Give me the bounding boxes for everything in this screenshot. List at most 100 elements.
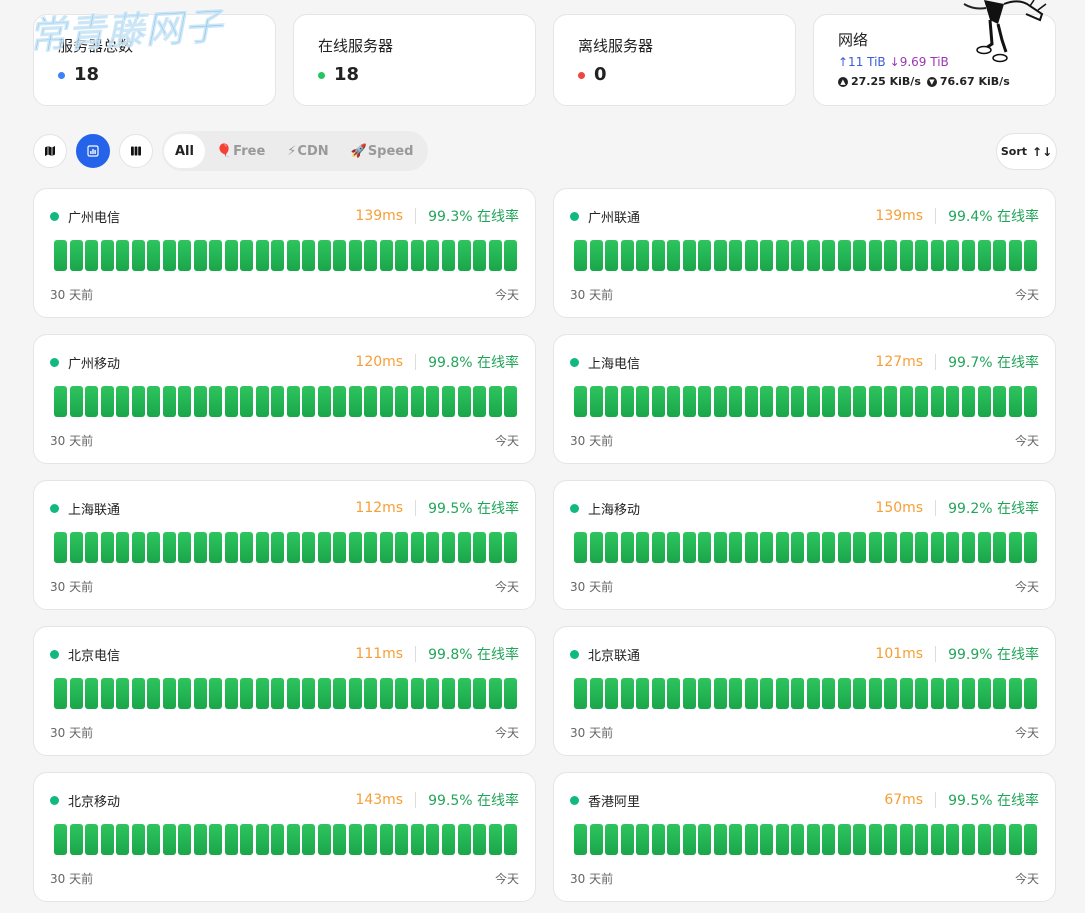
uptime-bar[interactable] (605, 532, 619, 563)
uptime-bar[interactable] (193, 386, 207, 417)
uptime-bar[interactable] (744, 678, 758, 709)
uptime-bar[interactable] (54, 532, 67, 563)
uptime-bar[interactable] (488, 386, 502, 417)
uptime-bar[interactable] (333, 240, 347, 271)
uptime-bar[interactable] (930, 240, 944, 271)
uptime-bar[interactable] (822, 386, 836, 417)
uptime-bar[interactable] (426, 532, 440, 563)
uptime-bar[interactable] (69, 386, 83, 417)
uptime-bar[interactable] (178, 386, 192, 417)
uptime-bar[interactable] (620, 824, 634, 855)
filter-all-button[interactable]: All (164, 134, 205, 168)
uptime-bar[interactable] (147, 386, 161, 417)
uptime-bar[interactable] (426, 240, 440, 271)
uptime-bar[interactable] (224, 824, 238, 855)
uptime-bar[interactable] (915, 532, 929, 563)
uptime-bar[interactable] (240, 678, 254, 709)
uptime-bar[interactable] (574, 532, 587, 563)
uptime-bar[interactable] (636, 240, 650, 271)
uptime-bar[interactable] (255, 240, 269, 271)
uptime-bar[interactable] (395, 532, 409, 563)
uptime-bar[interactable] (993, 532, 1007, 563)
uptime-bar[interactable] (806, 240, 820, 271)
uptime-bar[interactable] (589, 824, 603, 855)
uptime-bar[interactable] (962, 386, 975, 417)
uptime-bar[interactable] (868, 386, 882, 417)
uptime-bar[interactable] (884, 678, 898, 709)
uptime-bar[interactable] (822, 678, 836, 709)
uptime-bar[interactable] (410, 386, 424, 417)
uptime-bar[interactable] (271, 532, 285, 563)
uptime-bar[interactable] (930, 678, 944, 709)
uptime-bar[interactable] (442, 678, 455, 709)
uptime-bar[interactable] (589, 532, 603, 563)
uptime-bar[interactable] (286, 824, 300, 855)
uptime-bar[interactable] (682, 824, 696, 855)
uptime-bar[interactable] (915, 240, 929, 271)
uptime-bar[interactable] (993, 824, 1007, 855)
uptime-bar[interactable] (193, 678, 207, 709)
uptime-bar[interactable] (442, 824, 455, 855)
uptime-bar[interactable] (348, 240, 362, 271)
uptime-bar[interactable] (426, 386, 440, 417)
uptime-bar[interactable] (698, 824, 712, 855)
uptime-bar[interactable] (473, 386, 487, 417)
uptime-bar[interactable] (915, 678, 929, 709)
uptime-bar[interactable] (775, 386, 789, 417)
uptime-bar[interactable] (651, 678, 665, 709)
uptime-bar[interactable] (209, 532, 223, 563)
uptime-bar[interactable] (255, 532, 269, 563)
uptime-bar[interactable] (364, 678, 378, 709)
uptime-bar[interactable] (868, 824, 882, 855)
uptime-bar[interactable] (255, 386, 269, 417)
uptime-bar[interactable] (868, 532, 882, 563)
uptime-bar[interactable] (791, 532, 805, 563)
uptime-bar[interactable] (682, 532, 696, 563)
uptime-bar[interactable] (930, 386, 944, 417)
uptime-bar[interactable] (69, 240, 83, 271)
uptime-bar[interactable] (379, 386, 393, 417)
uptime-bar[interactable] (178, 824, 192, 855)
uptime-bar[interactable] (209, 240, 223, 271)
uptime-bar[interactable] (348, 678, 362, 709)
uptime-bar[interactable] (457, 824, 471, 855)
uptime-bar[interactable] (636, 824, 650, 855)
uptime-bar[interactable] (729, 824, 743, 855)
uptime-bar[interactable] (977, 678, 991, 709)
map-view-button[interactable] (33, 134, 67, 168)
uptime-bar[interactable] (698, 532, 712, 563)
uptime-bar[interactable] (713, 532, 727, 563)
uptime-bar[interactable] (760, 386, 774, 417)
uptime-bar[interactable] (286, 678, 300, 709)
uptime-bar[interactable] (698, 678, 712, 709)
uptime-bar[interactable] (379, 240, 393, 271)
uptime-bar[interactable] (930, 824, 944, 855)
uptime-bar[interactable] (85, 386, 99, 417)
uptime-bar[interactable] (364, 532, 378, 563)
uptime-bar[interactable] (395, 824, 409, 855)
uptime-bar[interactable] (131, 824, 145, 855)
uptime-bar[interactable] (209, 386, 223, 417)
filter-speed-button[interactable]: 🚀 Speed (340, 134, 425, 168)
uptime-bar[interactable] (457, 532, 471, 563)
uptime-bar[interactable] (504, 532, 518, 563)
uptime-bar[interactable] (1024, 532, 1038, 563)
uptime-bar[interactable] (946, 532, 960, 563)
uptime-bar[interactable] (240, 824, 254, 855)
chart-view-button[interactable] (76, 134, 110, 168)
monitor-card-9[interactable]: 北京移动 143ms 99.5% 在线率 30 天前 今天 (33, 772, 536, 902)
uptime-bar[interactable] (224, 240, 238, 271)
uptime-bar[interactable] (379, 678, 393, 709)
uptime-bar[interactable] (744, 386, 758, 417)
uptime-bar[interactable] (116, 532, 130, 563)
uptime-bar[interactable] (116, 824, 130, 855)
uptime-bar[interactable] (348, 532, 362, 563)
uptime-bar[interactable] (775, 532, 789, 563)
uptime-bar[interactable] (791, 240, 805, 271)
uptime-bar[interactable] (410, 532, 424, 563)
uptime-bar[interactable] (651, 386, 665, 417)
monitor-card-8[interactable]: 北京联通 101ms 99.9% 在线率 30 天前 今天 (553, 626, 1056, 756)
uptime-bar[interactable] (589, 240, 603, 271)
uptime-bar[interactable] (364, 386, 378, 417)
monitor-card-4[interactable]: 上海电信 127ms 99.7% 在线率 30 天前 今天 (553, 334, 1056, 464)
